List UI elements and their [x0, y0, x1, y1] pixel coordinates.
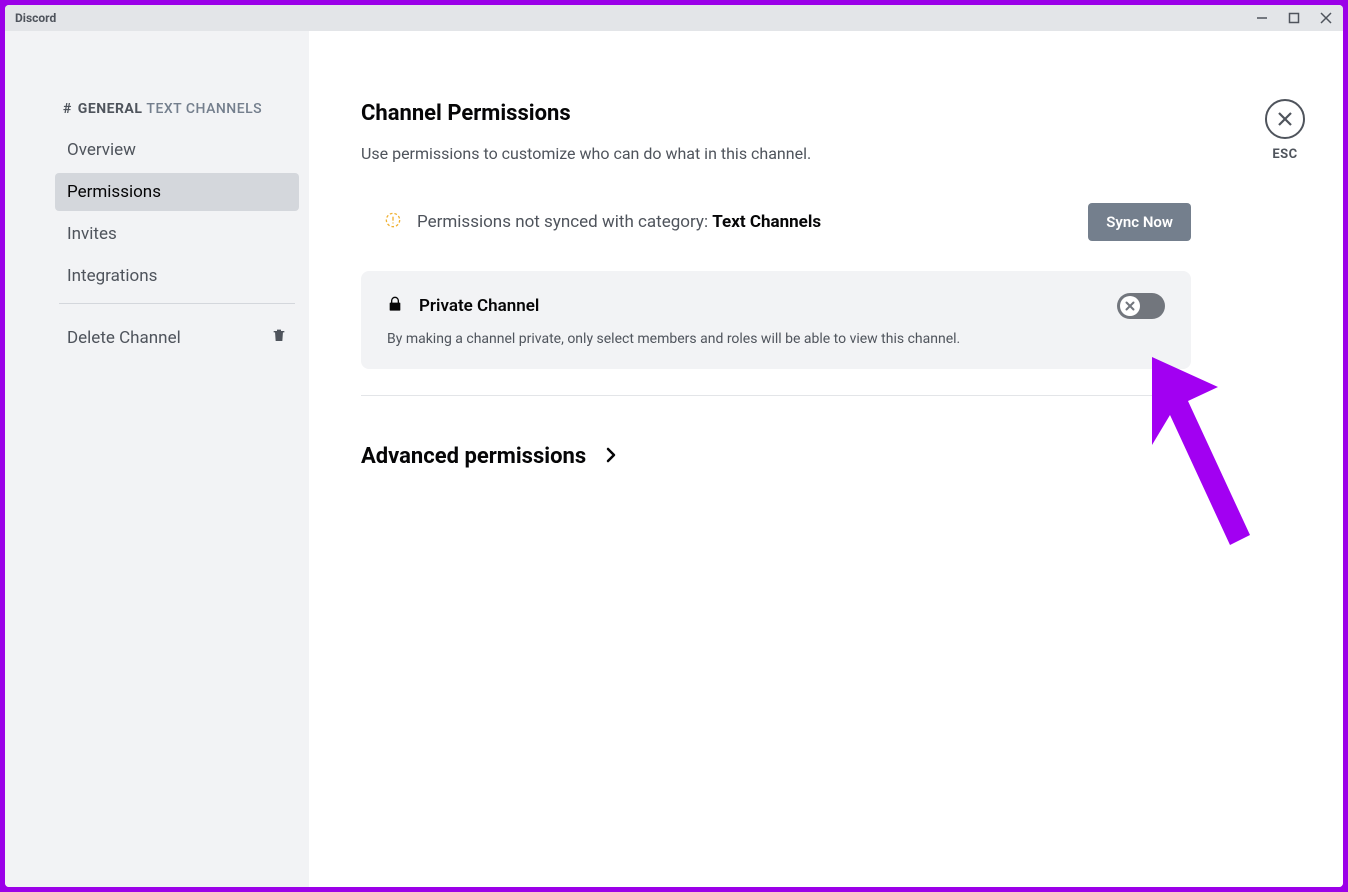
trash-icon [271, 327, 287, 348]
minimize-button[interactable] [1255, 11, 1269, 25]
advanced-permissions-label: Advanced permissions [361, 444, 586, 469]
sync-now-button[interactable]: Sync Now [1088, 203, 1191, 241]
maximize-button[interactable] [1287, 11, 1301, 25]
toggle-knob [1120, 296, 1140, 316]
sync-text-prefix: Permissions not synced with category: [417, 212, 712, 232]
sidebar-item-delete-channel[interactable]: Delete Channel [55, 318, 299, 357]
window-controls [1255, 11, 1333, 25]
private-channel-toggle[interactable] [1117, 293, 1165, 319]
private-row: Private Channel [387, 293, 1165, 319]
sidebar-item-integrations[interactable]: Integrations [55, 257, 299, 295]
content-inner: Channel Permissions Use permissions to c… [361, 101, 1191, 469]
app-title: Discord [15, 11, 56, 25]
chevron-right-icon [606, 447, 616, 467]
sidebar-header-name: GENERAL [78, 101, 143, 117]
sidebar-header-category: TEXT CHANNELS [146, 101, 262, 117]
sidebar-item-label: Invites [67, 224, 117, 244]
close-circle [1265, 99, 1305, 139]
close-button[interactable] [1319, 11, 1333, 25]
esc-label: ESC [1272, 147, 1297, 162]
section-divider [361, 395, 1191, 396]
sidebar-item-permissions[interactable]: Permissions [55, 173, 299, 211]
private-channel-title: Private Channel [419, 296, 539, 316]
private-channel-description: By making a channel private, only select… [387, 331, 1165, 347]
minimize-icon [1256, 12, 1268, 24]
sidebar-header: # GENERAL TEXT CHANNELS [55, 101, 299, 117]
advanced-permissions-link[interactable]: Advanced permissions [361, 444, 1191, 469]
sidebar-item-label: Delete Channel [67, 328, 181, 348]
sidebar-item-label: Overview [67, 140, 136, 160]
sync-left: Permissions not synced with category: Te… [385, 212, 821, 232]
app-window: Discord # GENERAL TEXT CHANNELS O [5, 5, 1343, 887]
hash-icon: # [63, 101, 72, 117]
close-icon [1276, 110, 1294, 128]
sidebar: # GENERAL TEXT CHANNELS Overview Permiss… [5, 31, 309, 887]
sidebar-item-label: Integrations [67, 266, 157, 286]
close-icon [1320, 12, 1332, 24]
sync-row: Permissions not synced with category: Te… [361, 203, 1191, 241]
lock-icon [387, 295, 403, 317]
warning-icon [385, 212, 401, 232]
titlebar: Discord [5, 5, 1343, 31]
content: # GENERAL TEXT CHANNELS Overview Permiss… [5, 31, 1343, 887]
sidebar-item-overview[interactable]: Overview [55, 131, 299, 169]
private-left: Private Channel [387, 295, 539, 317]
close-settings-button[interactable]: ESC [1265, 99, 1305, 162]
sidebar-divider [59, 303, 295, 304]
sync-text: Permissions not synced with category: Te… [417, 212, 821, 232]
sidebar-item-label: Permissions [67, 182, 161, 202]
private-channel-card: Private Channel By making a channel pr [361, 271, 1191, 369]
sidebar-item-invites[interactable]: Invites [55, 215, 299, 253]
maximize-icon [1288, 12, 1300, 24]
x-icon [1124, 300, 1136, 312]
page-title: Channel Permissions [361, 101, 1191, 126]
sync-text-category: Text Channels [712, 212, 821, 232]
main-panel: ESC Channel Permissions Use permissions … [309, 31, 1343, 887]
page-subtitle: Use permissions to customize who can do … [361, 144, 1191, 163]
